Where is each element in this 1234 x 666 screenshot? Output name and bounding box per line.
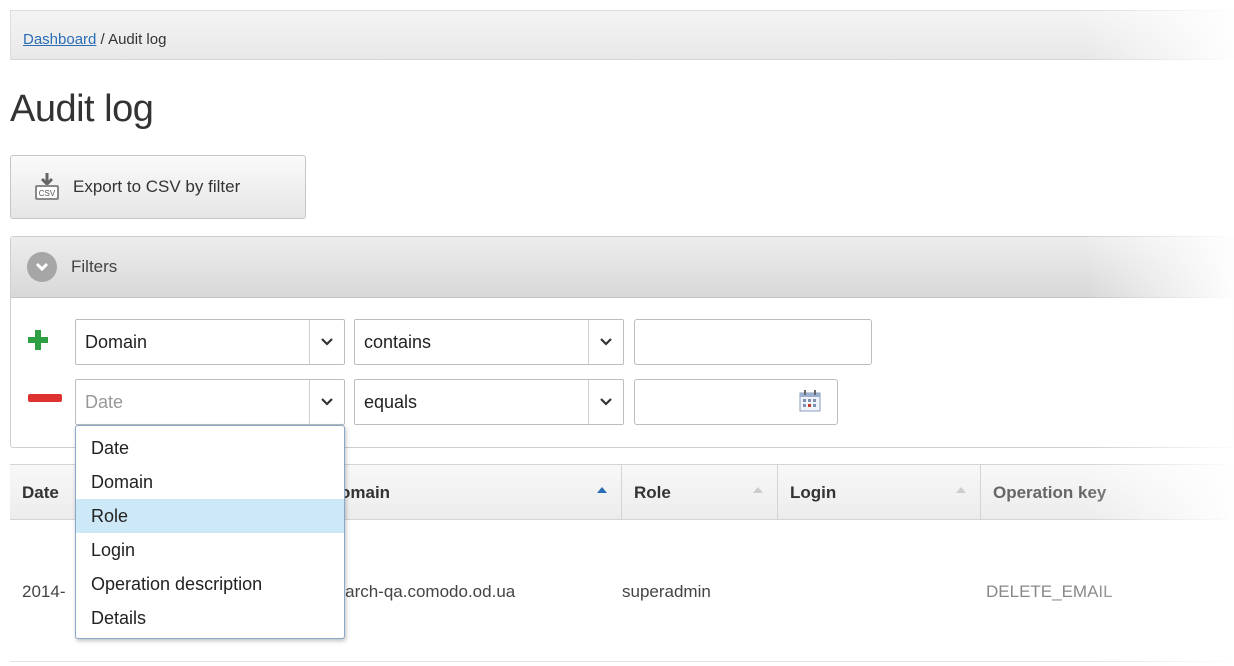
- breadcrumb: Dashboard / Audit log: [10, 10, 1234, 60]
- filter-operator-select-1[interactable]: contains: [354, 319, 624, 365]
- breadcrumb-separator: /: [96, 31, 109, 48]
- sort-icon: [956, 487, 966, 493]
- column-operation-key-label: Operation key: [993, 483, 1107, 502]
- dropdown-option-login[interactable]: Login: [76, 533, 344, 567]
- dropdown-option-role[interactable]: Role: [76, 499, 344, 533]
- filters-toggle[interactable]: Filters: [11, 237, 1233, 298]
- cell-operation-key: DELETE_EMAIL: [986, 582, 1113, 601]
- chevron-down-icon: [588, 320, 623, 364]
- cell-domain: g-arch-qa.comodo.od.ua: [330, 582, 516, 601]
- filter-operator-select-2[interactable]: equals: [354, 379, 624, 425]
- chevron-down-icon: [309, 320, 344, 364]
- dropdown-option-details[interactable]: Details: [76, 601, 344, 635]
- filter-field-dropdown-list: Date Domain Role Login Operation descrip…: [75, 425, 345, 639]
- chevron-down-icon: [27, 252, 57, 282]
- sort-asc-icon: [597, 487, 607, 493]
- svg-text:CSV: CSV: [39, 189, 56, 198]
- column-date-label: Date: [22, 483, 59, 502]
- filter-operator-value-1: contains: [364, 332, 432, 352]
- chevron-down-icon: [309, 380, 344, 424]
- filter-value-input-1[interactable]: [634, 319, 872, 365]
- column-login-label: Login: [790, 483, 837, 502]
- column-role-label: Role: [634, 483, 671, 502]
- dropdown-option-date[interactable]: Date: [76, 431, 344, 465]
- column-operation-key[interactable]: Operation key: [981, 465, 1234, 519]
- export-csv-button[interactable]: CSV Export to CSV by filter: [10, 155, 306, 219]
- filter-date-input-2[interactable]: [634, 379, 838, 425]
- page-title: Audit log: [10, 88, 154, 130]
- add-filter-icon[interactable]: [28, 330, 48, 350]
- breadcrumb-dashboard-link[interactable]: Dashboard: [23, 31, 96, 48]
- filter-field-value-2: Date: [85, 392, 124, 412]
- filters-title: Filters: [71, 257, 118, 276]
- column-login[interactable]: Login: [778, 465, 981, 519]
- cell-date: 2014-: [22, 582, 66, 601]
- export-csv-label: Export to CSV by filter: [73, 177, 241, 196]
- column-domain-label: omain: [340, 483, 391, 502]
- filter-field-select-1[interactable]: Domain: [75, 319, 345, 365]
- remove-filter-icon[interactable]: [28, 394, 62, 402]
- dropdown-option-operation-description[interactable]: Operation description: [76, 567, 344, 601]
- breadcrumb-current: Audit log: [108, 31, 167, 48]
- calendar-icon[interactable]: [799, 390, 821, 412]
- column-domain[interactable]: omain: [320, 465, 622, 519]
- dropdown-option-domain[interactable]: Domain: [76, 465, 344, 499]
- chevron-down-icon: [588, 380, 623, 424]
- cell-role: superadmin: [622, 582, 711, 601]
- sort-icon: [753, 487, 763, 493]
- csv-icon: CSV: [35, 173, 59, 200]
- filter-field-value-1: Domain: [85, 332, 148, 352]
- filter-field-select-2[interactable]: Date: [75, 379, 345, 425]
- filter-operator-value-2: equals: [364, 392, 418, 412]
- column-role[interactable]: Role: [622, 465, 778, 519]
